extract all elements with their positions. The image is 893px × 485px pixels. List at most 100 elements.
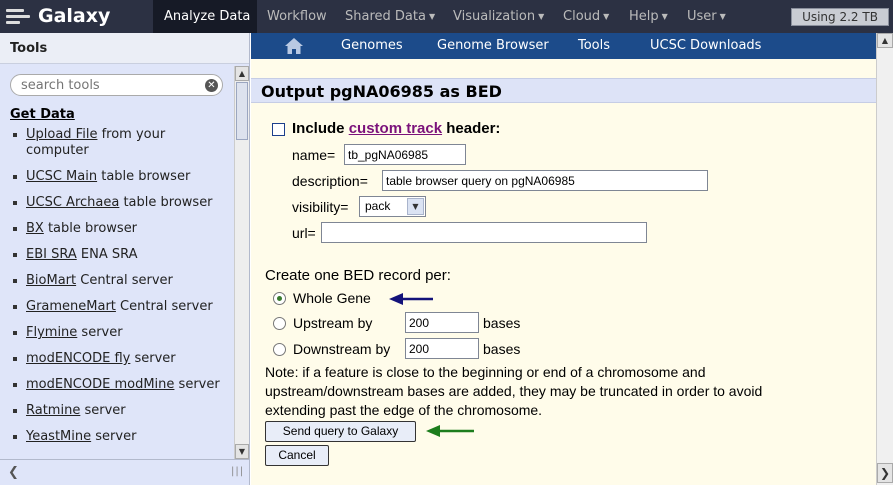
- tool-item[interactable]: UCSC Archaea table browser: [12, 195, 227, 211]
- tool-desc: server: [174, 377, 220, 392]
- ucsc-nav-tools[interactable]: Tools: [578, 33, 610, 59]
- nav-label: Visualization: [453, 9, 536, 24]
- url-field[interactable]: [321, 222, 647, 243]
- scroll-up-icon[interactable]: ▲: [877, 33, 893, 48]
- url-label: url=: [292, 225, 316, 241]
- tool-link[interactable]: BX: [26, 221, 44, 236]
- scroll-up-icon[interactable]: ▲: [235, 66, 249, 81]
- downstream-bases-field[interactable]: [405, 338, 479, 359]
- tool-link[interactable]: UCSC Archaea: [26, 195, 119, 210]
- tool-link[interactable]: BioMart: [26, 273, 76, 288]
- tool-desc: server: [91, 429, 137, 444]
- ucsc-nav-genome-browser[interactable]: Genome Browser: [437, 33, 549, 59]
- tool-link[interactable]: modENCODE fly: [26, 351, 130, 366]
- scroll-down-icon[interactable]: ▼: [235, 444, 249, 459]
- record-heading: Create one BED record per:: [265, 267, 451, 284]
- bullet-icon: [13, 357, 17, 361]
- bullet-icon: [13, 201, 17, 205]
- section-get-data[interactable]: Get Data: [10, 107, 75, 122]
- nav-label: Shared Data: [345, 9, 426, 24]
- tool-item[interactable]: modENCODE fly server: [12, 351, 227, 367]
- expand-right-icon[interactable]: ❯: [877, 463, 893, 483]
- bullet-icon: [13, 133, 17, 137]
- tool-item[interactable]: YeastMine server: [12, 429, 227, 445]
- note-line: extending past the edge of the chromosom…: [265, 402, 543, 418]
- tool-desc: Central server: [76, 273, 173, 288]
- nav-label: Help: [629, 9, 659, 24]
- tool-item[interactable]: GrameneMart Central server: [12, 299, 227, 315]
- visibility-select[interactable]: pack ▼: [359, 196, 426, 217]
- upstream-bases-field[interactable]: [405, 312, 479, 333]
- drag-handle-icon[interactable]: |||: [231, 466, 244, 477]
- search-box: ✕: [10, 74, 223, 96]
- tool-link[interactable]: GrameneMart: [26, 299, 116, 314]
- whole-gene-label: Whole Gene: [293, 290, 371, 306]
- custom-track-link[interactable]: custom track: [349, 120, 442, 137]
- brand[interactable]: Galaxy: [0, 0, 153, 33]
- nav-help[interactable]: Help ▼: [629, 0, 668, 33]
- ucsc-nav-downloads[interactable]: UCSC Downloads: [650, 33, 761, 59]
- collapse-left-icon[interactable]: ❮: [8, 465, 19, 480]
- quota-meter[interactable]: Using 2.2 TB: [791, 8, 889, 26]
- tool-item[interactable]: BioMart Central server: [12, 273, 227, 289]
- description-label: description=: [292, 173, 368, 189]
- clear-search-icon[interactable]: ✕: [205, 79, 218, 92]
- bullet-icon: [13, 409, 17, 413]
- tool-link[interactable]: Ratmine: [26, 403, 80, 418]
- tools-title: Tools: [10, 41, 48, 56]
- nav-shared-data[interactable]: Shared Data ▼: [345, 0, 435, 33]
- nav-workflow[interactable]: Workflow: [267, 0, 327, 33]
- tool-item[interactable]: Upload File from your computer: [12, 127, 227, 159]
- nav-visualization[interactable]: Visualization ▼: [453, 0, 544, 33]
- nav-user[interactable]: User ▼: [687, 0, 726, 33]
- bullet-icon: [13, 175, 17, 179]
- ucsc-body: Output pgNA06985 as BED Include custom t…: [251, 59, 876, 485]
- scrollbar-thumb[interactable]: [236, 82, 248, 140]
- tool-desc: server: [77, 325, 123, 340]
- ucsc-nav-genomes[interactable]: Genomes: [341, 33, 403, 59]
- upstream-radio[interactable]: [273, 317, 286, 330]
- tool-item[interactable]: BX table browser: [12, 221, 227, 237]
- tool-item[interactable]: Flymine server: [12, 325, 227, 341]
- caret-down-icon: ▼: [661, 12, 668, 21]
- center-scrollbar[interactable]: ▲ ❯: [876, 33, 893, 485]
- tool-desc: table browser: [119, 195, 213, 210]
- tool-link[interactable]: Upload File: [26, 127, 97, 142]
- include-header-label: Include custom track header:: [292, 120, 500, 137]
- center-panel: Genomes Genome Browser Tools UCSC Downlo…: [251, 33, 893, 485]
- tool-desc: server: [130, 351, 176, 366]
- cancel-button[interactable]: Cancel: [265, 445, 329, 466]
- nav-label: User: [687, 9, 717, 24]
- include-header-checkbox[interactable]: [272, 123, 285, 136]
- tools-header: Tools: [0, 33, 249, 64]
- tool-link[interactable]: Flymine: [26, 325, 77, 340]
- tool-item[interactable]: EBI SRA ENA SRA: [12, 247, 227, 263]
- bullet-icon: [13, 253, 17, 257]
- page-title: Output pgNA06985 as BED: [261, 82, 502, 101]
- name-label: name=: [292, 147, 336, 163]
- tool-item[interactable]: modENCODE modMine server: [12, 377, 227, 393]
- tool-link[interactable]: modENCODE modMine: [26, 377, 174, 392]
- whole-gene-radio[interactable]: [273, 292, 286, 305]
- chevron-down-icon[interactable]: ▼: [407, 198, 424, 215]
- tools-scrollbar[interactable]: ▲ ▼: [234, 66, 249, 459]
- tool-link[interactable]: EBI SRA: [26, 247, 77, 262]
- home-icon[interactable]: [284, 37, 304, 55]
- caret-down-icon: ▼: [719, 12, 726, 21]
- send-to-galaxy-button[interactable]: Send query to Galaxy: [265, 421, 416, 442]
- tool-desc: Central server: [115, 299, 213, 314]
- downstream-radio[interactable]: [273, 343, 286, 356]
- bullet-icon: [13, 331, 17, 335]
- tool-link[interactable]: YeastMine: [26, 429, 91, 444]
- tool-desc: ENA SRA: [76, 247, 138, 262]
- tool-list: Upload File from your computer UCSC Main…: [12, 127, 227, 455]
- tool-link[interactable]: UCSC Main: [26, 169, 97, 184]
- nav-cloud[interactable]: Cloud ▼: [563, 0, 609, 33]
- search-input[interactable]: [21, 77, 196, 93]
- tool-item[interactable]: UCSC Main table browser: [12, 169, 227, 185]
- brand-title: Galaxy: [38, 5, 111, 27]
- description-field[interactable]: [382, 170, 708, 191]
- name-field[interactable]: [344, 144, 466, 165]
- nav-analyze-data[interactable]: Analyze Data: [153, 0, 257, 33]
- tool-item[interactable]: Ratmine server: [12, 403, 227, 419]
